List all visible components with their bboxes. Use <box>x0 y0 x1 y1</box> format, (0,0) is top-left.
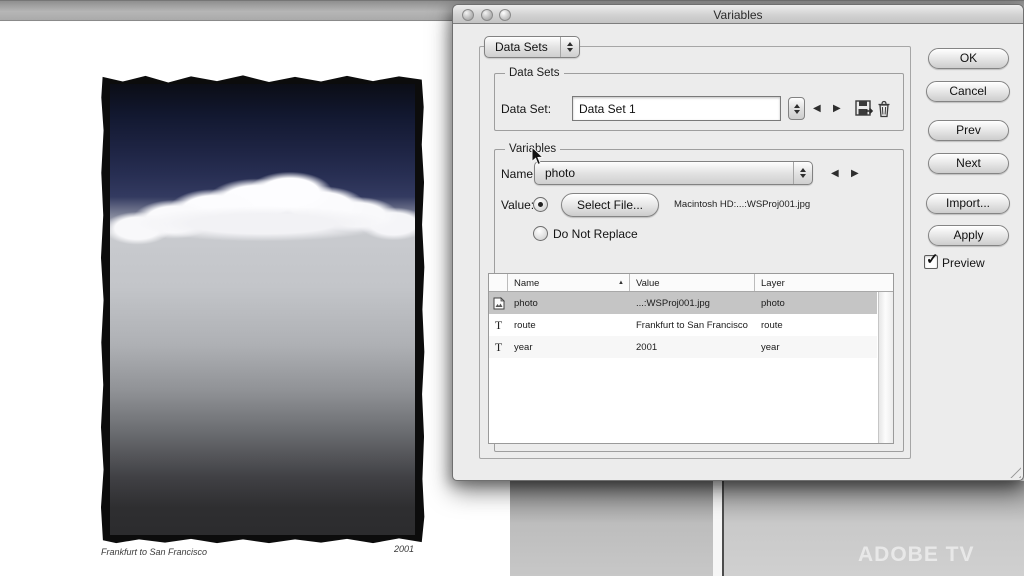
prev-button[interactable]: Prev <box>928 120 1009 141</box>
select-file-button[interactable]: Select File... <box>561 193 659 217</box>
stepper-down-icon <box>794 110 800 114</box>
checkmark-icon: ✓ <box>926 250 939 268</box>
prev-variable-arrow[interactable]: ◀ <box>831 169 839 179</box>
panel-selector-popup[interactable]: Data Sets <box>484 36 580 58</box>
cloud-photo <box>110 84 415 535</box>
data-set-stepper[interactable] <box>788 97 805 120</box>
background-panel-left <box>510 481 713 576</box>
photo-caption-route: Frankfurt to San Francisco <box>101 547 207 557</box>
resize-grip[interactable] <box>1005 462 1021 478</box>
import-button[interactable]: Import... <box>926 193 1010 214</box>
sort-ascending-icon: ▲ <box>618 280 624 286</box>
table-header-layer[interactable]: Layer <box>755 274 893 291</box>
variable-value-label: Value: <box>501 198 534 212</box>
panel-selector-label: Data Sets <box>495 40 548 54</box>
apply-button[interactable]: Apply <box>928 225 1009 246</box>
table-header-icon-col[interactable] <box>489 274 508 291</box>
table-header-value[interactable]: Value <box>630 274 755 291</box>
background-panel-right: ADOBE TV <box>724 481 1024 576</box>
table-header-name[interactable]: Name ▲ <box>508 274 630 291</box>
table-header: Name ▲ Value Layer <box>489 274 893 292</box>
mouse-cursor <box>531 146 544 166</box>
table-row[interactable]: T route Frankfurt to San Francisco route <box>489 314 877 336</box>
dialog-title: Variables <box>453 8 1023 22</box>
ok-button[interactable]: OK <box>928 48 1009 69</box>
delete-data-set-trash-icon[interactable] <box>877 100 891 118</box>
variables-table: Name ▲ Value Layer photo ...:WSProj001.j… <box>488 273 894 444</box>
text-variable-icon: T <box>489 340 508 355</box>
variables-dialog: Variables Data Sets Data Sets Data Set: … <box>452 4 1024 481</box>
data-set-name-field[interactable]: Data Set 1 <box>572 96 781 121</box>
variable-name-label: Name: <box>501 167 536 181</box>
next-data-set-arrow[interactable]: ▶ <box>833 104 841 114</box>
screen: Frankfurt to San Francisco 2001 ADOBE TV… <box>0 0 1024 576</box>
text-variable-icon: T <box>489 318 508 333</box>
preview-checkbox-label: Preview <box>942 256 985 270</box>
next-variable-arrow[interactable]: ▶ <box>851 169 859 179</box>
data-set-name-value: Data Set 1 <box>579 102 636 116</box>
image-variable-icon <box>489 297 508 310</box>
prev-data-set-arrow[interactable]: ◀ <box>813 104 821 114</box>
photo-caption-year: 2001 <box>394 544 414 554</box>
do-not-replace-radio[interactable] <box>533 226 548 241</box>
table-row[interactable]: T year 2001 year <box>489 336 877 358</box>
table-scrollbar[interactable] <box>878 292 893 443</box>
next-button[interactable]: Next <box>928 153 1009 174</box>
variable-name-value: photo <box>545 166 575 180</box>
do-not-replace-label: Do Not Replace <box>553 227 638 241</box>
value-file-radio[interactable] <box>533 197 548 212</box>
table-row[interactable]: photo ...:WSProj001.jpg photo <box>489 292 877 314</box>
variable-name-popup[interactable]: photo <box>534 161 813 185</box>
dialog-titlebar[interactable]: Variables <box>453 5 1023 24</box>
selected-file-path: Macintosh HD:...:WSProj001.jpg <box>674 199 810 210</box>
popup-stepper-icon <box>560 37 579 57</box>
photo-film-border <box>100 74 425 545</box>
adobe-tv-watermark: ADOBE TV <box>858 543 975 567</box>
stepper-up-icon <box>794 104 800 108</box>
popup-stepper-icon <box>793 162 812 184</box>
preview-checkbox[interactable]: ✓ <box>924 255 938 269</box>
save-data-set-icon[interactable] <box>855 100 874 118</box>
data-sets-group-label: Data Sets <box>505 67 564 79</box>
cancel-button[interactable]: Cancel <box>926 81 1010 102</box>
data-set-field-label: Data Set: <box>501 102 551 116</box>
radio-selected-dot <box>538 202 543 207</box>
